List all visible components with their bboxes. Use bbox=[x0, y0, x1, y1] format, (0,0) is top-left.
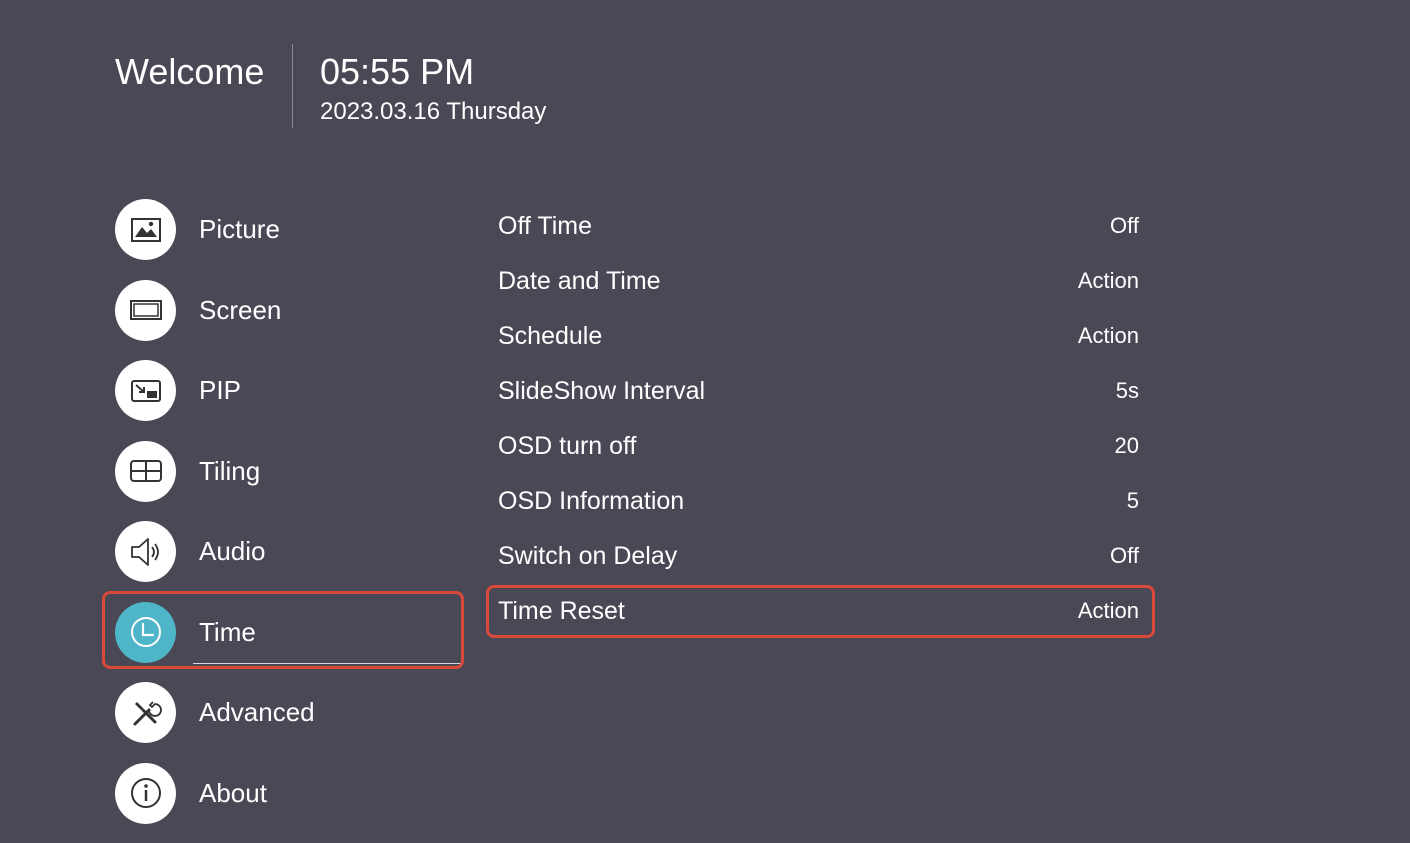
setting-label: OSD turn off bbox=[498, 432, 637, 460]
setting-slideshow-interval[interactable]: SlideShow Interval 5s bbox=[498, 365, 1139, 420]
menu-label-advanced: Advanced bbox=[199, 697, 315, 727]
menu-label-pip: PIP bbox=[199, 375, 241, 405]
header-divider bbox=[292, 44, 293, 128]
clock-date: 2023.03.16 Thursday bbox=[320, 98, 547, 125]
info-icon bbox=[115, 762, 176, 824]
menu-item-pip[interactable]: PIP bbox=[115, 360, 465, 421]
setting-value: 5s bbox=[1115, 378, 1139, 403]
setting-label: Switch on Delay bbox=[498, 542, 678, 570]
setting-value: 20 bbox=[1114, 433, 1139, 458]
menu-label-screen: Screen bbox=[199, 294, 282, 325]
menu-item-audio[interactable]: Audio bbox=[115, 521, 465, 582]
setting-switch-on-delay[interactable]: Switch on Delay Off bbox=[498, 530, 1139, 585]
setting-osd-information[interactable]: OSD Information 5 bbox=[498, 475, 1139, 530]
clock-time: 05:55 PM bbox=[320, 51, 475, 92]
screen-icon bbox=[115, 279, 176, 341]
picture-icon bbox=[115, 199, 176, 260]
selected-setting-highlight bbox=[486, 585, 1155, 638]
setting-value: Action bbox=[1077, 268, 1139, 293]
setting-label: Schedule bbox=[498, 322, 603, 350]
setting-value: Off bbox=[1110, 213, 1139, 238]
menu-label-audio: Audio bbox=[199, 536, 266, 566]
menu-label-picture: Picture bbox=[199, 214, 280, 244]
menu-item-about[interactable]: About bbox=[115, 762, 465, 824]
tiling-icon bbox=[115, 440, 176, 502]
setting-label: SlideShow Interval bbox=[498, 377, 706, 405]
setting-off-time[interactable]: Off Time Off bbox=[498, 200, 1139, 255]
menu-item-screen[interactable]: Screen bbox=[115, 279, 465, 341]
menu-item-tiling[interactable]: Tiling bbox=[115, 440, 465, 502]
tools-icon bbox=[115, 682, 176, 743]
welcome-title: Welcome bbox=[115, 51, 265, 92]
setting-date-and-time[interactable]: Date and Time Action bbox=[498, 255, 1139, 310]
setting-label: Date and Time bbox=[498, 267, 661, 295]
setting-value: 5 bbox=[1126, 488, 1139, 513]
menu-label-tiling: Tiling bbox=[199, 455, 261, 486]
pip-icon bbox=[115, 360, 176, 421]
setting-value: Action bbox=[1077, 323, 1139, 348]
setting-label: OSD Information bbox=[498, 487, 685, 515]
setting-osd-turn-off[interactable]: OSD turn off 20 bbox=[498, 420, 1139, 475]
setting-value: Off bbox=[1110, 543, 1139, 568]
speaker-icon bbox=[115, 521, 176, 582]
setting-label: Off Time bbox=[498, 212, 593, 240]
setting-schedule[interactable]: Schedule Action bbox=[498, 310, 1139, 365]
active-menu-highlight bbox=[102, 591, 464, 669]
header: Welcome 05:55 PM 2023.03.16 Thursday bbox=[115, 44, 715, 128]
menu-item-picture[interactable]: Picture bbox=[115, 199, 465, 260]
menu-item-advanced[interactable]: Advanced bbox=[115, 682, 465, 743]
time-settings-list: Off Time Off Date and Time Action Schedu… bbox=[498, 200, 1139, 640]
main-menu: Picture Screen PIP Tiling Audio Time Adv… bbox=[115, 199, 465, 843]
